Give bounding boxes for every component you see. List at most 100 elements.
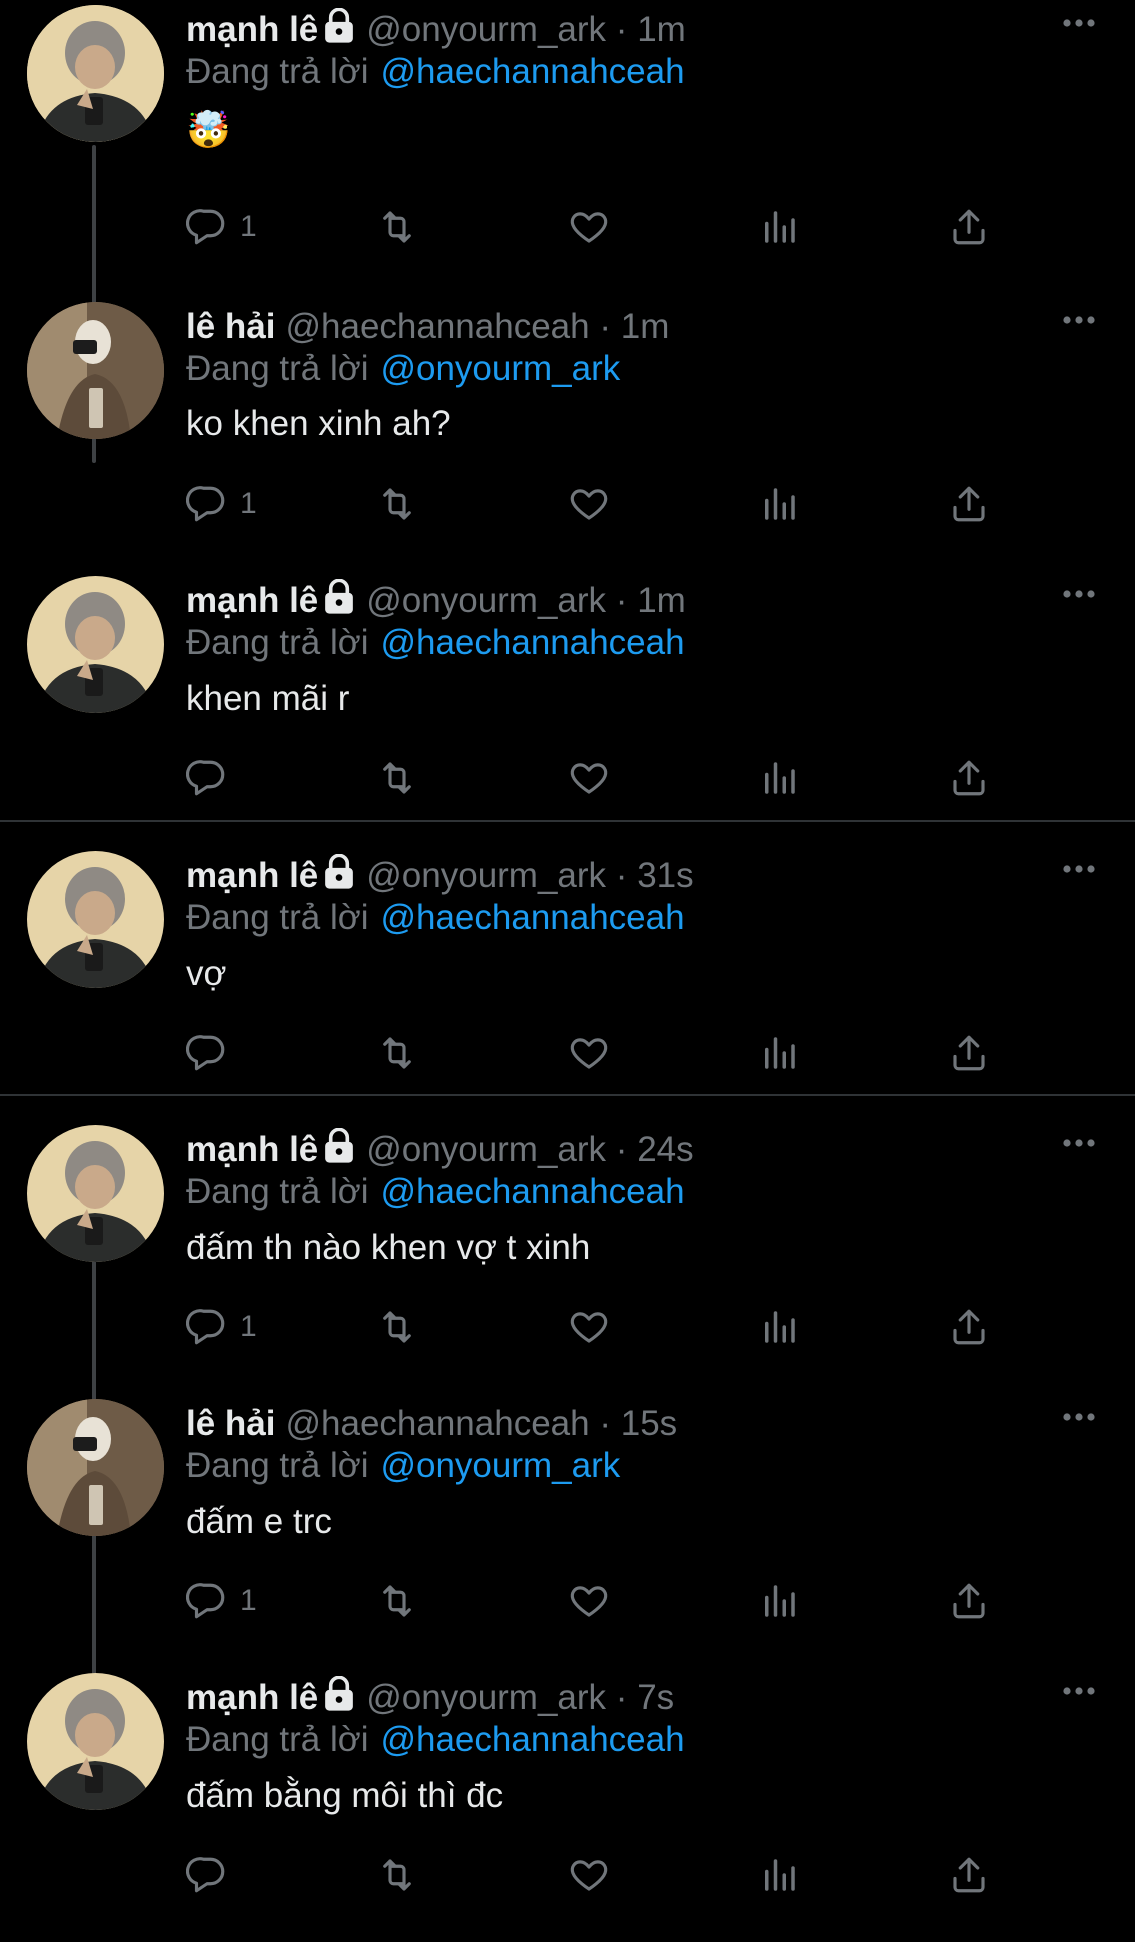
user-avatar[interactable] [27, 851, 164, 988]
retweet-button[interactable] [376, 204, 418, 250]
views-button[interactable] [758, 481, 800, 527]
reply-to-handle[interactable]: @onyourm_ark [380, 1446, 620, 1485]
views-button[interactable] [758, 1852, 800, 1898]
reply-to-handle[interactable]: @haechannahceah [380, 1172, 684, 1211]
views-button[interactable] [758, 1030, 800, 1076]
user-handle[interactable]: @onyourm_ark [366, 1130, 606, 1169]
retweet-button[interactable] [376, 1030, 418, 1076]
reply-to-handle[interactable]: @haechannahceah [380, 52, 684, 91]
separator-dot: · [599, 1404, 611, 1443]
like-button[interactable] [568, 755, 610, 801]
reply-to-handle[interactable]: @onyourm_ark [380, 349, 620, 388]
timestamp[interactable]: 24s [637, 1130, 693, 1169]
like-button[interactable] [568, 481, 610, 527]
share-button[interactable] [948, 1304, 990, 1350]
tweet[interactable]: mạnh lê @onyourm_ark · 1m Đang trả lời @ha… [0, 571, 1135, 845]
user-avatar[interactable] [27, 576, 164, 713]
tweet[interactable]: mạnh lê @onyourm_ark · 1m Đang trả lời @ha… [0, 0, 1135, 274]
like-button[interactable] [568, 1578, 610, 1624]
share-button[interactable] [948, 204, 990, 250]
reply-thread-feed: mạnh lê @onyourm_ark · 1m Đang trả lời @ha… [0, 0, 1135, 1920]
reply-prefix: Đang trả lời [186, 349, 369, 388]
display-name[interactable]: mạnh lê [186, 581, 318, 620]
user-handle[interactable]: @onyourm_ark [366, 581, 606, 620]
tweet[interactable]: mạnh lê @onyourm_ark · 7s Đang trả lời @ha… [0, 1668, 1135, 1942]
share-icon [953, 1857, 985, 1893]
retweet-button[interactable] [376, 755, 418, 801]
share-button[interactable] [948, 1578, 990, 1624]
display-name[interactable]: mạnh lê [186, 10, 318, 49]
display-name[interactable]: lê hải [186, 1404, 275, 1443]
user-avatar[interactable] [27, 302, 164, 439]
more-icon[interactable] [1062, 864, 1096, 874]
retweet-button[interactable] [376, 481, 418, 527]
tweet[interactable]: lê hải @haechannahceah · 1m Đang trả lời @… [0, 297, 1135, 571]
reply-to-handle[interactable]: @haechannahceah [380, 898, 684, 937]
reply-context: Đang trả lời @haechannahceah [186, 50, 685, 94]
timestamp[interactable]: 15s [621, 1404, 677, 1443]
more-icon[interactable] [1062, 589, 1096, 599]
reply-count: 1 [240, 210, 257, 243]
share-button[interactable] [948, 1852, 990, 1898]
views-button[interactable] [758, 1578, 800, 1624]
views-button[interactable] [758, 204, 800, 250]
reply-button[interactable]: 1 [186, 481, 257, 527]
share-button[interactable] [948, 755, 990, 801]
reply-button[interactable]: 1 [186, 1578, 257, 1624]
reply-button[interactable] [186, 1030, 240, 1076]
reply-button[interactable]: 1 [186, 204, 257, 250]
retweet-icon [383, 762, 411, 794]
display-name[interactable]: mạnh lê [186, 856, 318, 895]
reply-to-handle[interactable]: @haechannahceah [380, 623, 684, 662]
reply-context: Đang trả lời @haechannahceah [186, 896, 685, 940]
display-name[interactable]: mạnh lê [186, 1678, 318, 1717]
user-handle[interactable]: @haechannahceah [285, 1404, 589, 1443]
reply-button[interactable] [186, 1852, 240, 1898]
reply-to-handle[interactable]: @haechannahceah [380, 1720, 684, 1759]
tweet[interactable]: lê hải @haechannahceah · 15s Đang trả lời… [0, 1394, 1135, 1668]
reply-count: 1 [240, 1310, 257, 1343]
lock-icon [325, 1676, 354, 1711]
user-avatar[interactable] [27, 5, 164, 142]
timestamp[interactable]: 1m [637, 581, 686, 620]
more-icon[interactable] [1062, 315, 1096, 325]
display-name[interactable]: lê hải [186, 307, 275, 346]
user-avatar[interactable] [27, 1399, 164, 1536]
like-button[interactable] [568, 1304, 610, 1350]
user-handle[interactable]: @haechannahceah [285, 307, 589, 346]
display-name[interactable]: mạnh lê [186, 1130, 318, 1169]
share-icon [953, 1583, 985, 1619]
share-button[interactable] [948, 481, 990, 527]
reply-button[interactable]: 1 [186, 1304, 257, 1350]
like-button[interactable] [568, 1030, 610, 1076]
user-handle[interactable]: @onyourm_ark [366, 10, 606, 49]
like-button[interactable] [568, 204, 610, 250]
user-handle[interactable]: @onyourm_ark [366, 1678, 606, 1717]
retweet-button[interactable] [376, 1578, 418, 1624]
more-icon[interactable] [1062, 18, 1096, 28]
more-icon[interactable] [1062, 1138, 1096, 1148]
retweet-icon [383, 1859, 411, 1891]
like-button[interactable] [568, 1852, 610, 1898]
views-button[interactable] [758, 1304, 800, 1350]
reply-icon [186, 760, 225, 796]
retweet-button[interactable] [376, 1852, 418, 1898]
more-icon[interactable] [1062, 1412, 1096, 1422]
views-icon [765, 1859, 795, 1891]
share-icon [953, 209, 985, 245]
user-avatar[interactable] [27, 1125, 164, 1262]
timestamp[interactable]: 31s [637, 856, 693, 895]
share-button[interactable] [948, 1030, 990, 1076]
tweet[interactable]: mạnh lê @onyourm_ark · 31s Đang trả lời @h… [0, 846, 1135, 1120]
timestamp[interactable]: 1m [637, 10, 686, 49]
reply-button[interactable] [186, 755, 240, 801]
tweet[interactable]: mạnh lê @onyourm_ark · 24s Đang trả lời @h… [0, 1120, 1135, 1394]
views-button[interactable] [758, 755, 800, 801]
avatar-manh-image [27, 851, 164, 988]
timestamp[interactable]: 1m [621, 307, 670, 346]
user-handle[interactable]: @onyourm_ark [366, 856, 606, 895]
more-icon[interactable] [1062, 1686, 1096, 1696]
retweet-button[interactable] [376, 1304, 418, 1350]
user-avatar[interactable] [27, 1673, 164, 1810]
timestamp[interactable]: 7s [637, 1678, 674, 1717]
